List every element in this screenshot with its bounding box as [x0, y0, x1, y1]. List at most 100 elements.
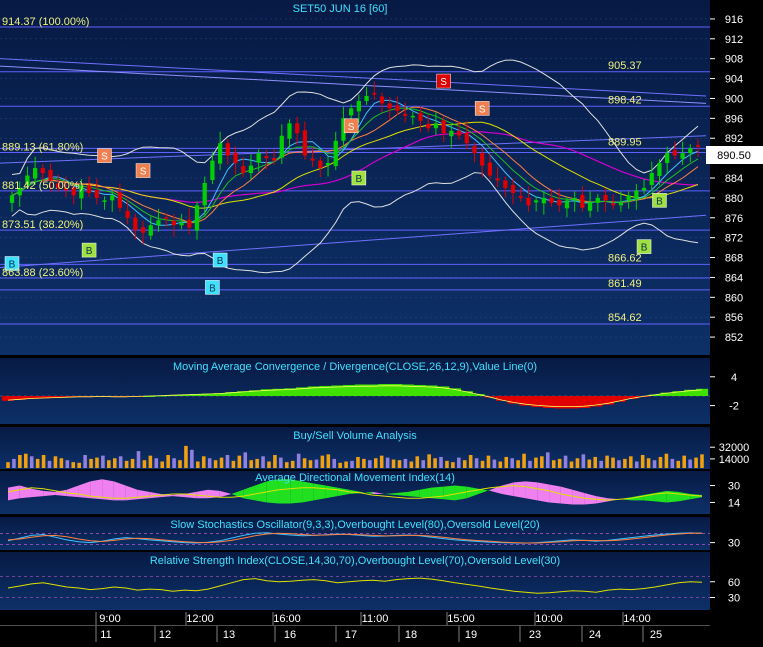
- price-tick-label: 896: [725, 113, 743, 125]
- candle-body: [534, 200, 539, 203]
- candle-body: [248, 165, 254, 174]
- volume-bar: [575, 458, 580, 468]
- candle-body: [510, 184, 516, 193]
- volume-bar: [362, 458, 366, 468]
- time-hour-label: 15:00: [447, 613, 475, 625]
- candle-body: [541, 197, 546, 204]
- candle-body: [210, 160, 215, 180]
- time-day-label: 13: [223, 629, 235, 641]
- signal-label: B: [641, 243, 648, 254]
- candle-body: [202, 182, 207, 206]
- price-level-label: 861.49: [608, 278, 642, 290]
- candle-body: [688, 148, 693, 154]
- candle-body: [641, 187, 647, 191]
- candle-body: [349, 108, 354, 116]
- volume-bar: [344, 461, 348, 468]
- price-tick-label: 884: [725, 173, 743, 185]
- volume-bar: [540, 456, 544, 468]
- candle-body: [364, 95, 369, 101]
- candle-body: [480, 153, 485, 166]
- volume-bar: [368, 460, 372, 468]
- price-tick-label: 860: [725, 292, 743, 304]
- candle-body: [264, 156, 269, 159]
- candle-body: [179, 222, 184, 226]
- signal-label: B: [217, 256, 224, 267]
- volume-bar: [634, 461, 639, 468]
- volume-bar: [18, 455, 22, 468]
- volume-bar: [255, 458, 259, 468]
- candle-body: [657, 163, 662, 177]
- volume-bar: [65, 460, 70, 468]
- volume-bar: [6, 462, 10, 468]
- volume-bar: [35, 458, 40, 468]
- volume-bar: [77, 462, 81, 468]
- adx-tick-label: 14: [728, 497, 740, 509]
- volume-bar: [314, 459, 319, 468]
- candle-body: [102, 200, 107, 202]
- volume-bar: [332, 458, 337, 468]
- signal-label: B: [209, 283, 216, 294]
- macd-tick-label: 4: [731, 372, 737, 384]
- fib-level-label: 914.37 (100.00%): [2, 16, 89, 28]
- volume-bar: [427, 454, 431, 468]
- candle-body: [549, 197, 554, 203]
- price-tick-label: 864: [725, 272, 743, 284]
- volume-bar: [267, 461, 271, 468]
- volume-bar: [142, 460, 147, 468]
- last-price-label: 890.50: [717, 150, 751, 162]
- volume-bar: [112, 458, 117, 468]
- adx-title: Average Directional Movement Index(14): [255, 472, 455, 484]
- candle-body: [133, 217, 138, 231]
- volume-bar: [593, 456, 598, 468]
- macd-title: Moving Average Convergence / Divergence(…: [173, 361, 537, 373]
- volume-bar: [451, 462, 455, 468]
- candle-body: [495, 178, 500, 181]
- stochastic-tick-label: 30: [728, 538, 740, 550]
- price-tick-label: 900: [725, 93, 743, 105]
- time-day-label: 19: [465, 629, 477, 641]
- candle-body: [164, 217, 169, 219]
- price-tick-label: 904: [725, 74, 743, 86]
- volume-bar: [504, 456, 509, 468]
- candle-body: [665, 153, 670, 164]
- candle-body: [318, 160, 323, 169]
- adx-di-spread: [443, 485, 455, 501]
- volume-bar: [492, 459, 497, 468]
- volume-bar: [53, 456, 58, 468]
- price-level-label: 898.42: [608, 94, 642, 106]
- volume-bar: [178, 460, 182, 468]
- volume-bar: [373, 458, 378, 468]
- volume-bar: [664, 453, 669, 468]
- volume-bar: [41, 455, 46, 468]
- candle-body: [441, 120, 446, 134]
- volume-bar: [290, 460, 295, 468]
- signal-label: B: [356, 174, 363, 185]
- volume-bar: [356, 456, 360, 468]
- candle-body: [333, 140, 338, 167]
- candle-body: [572, 197, 577, 201]
- volume-bar: [403, 458, 408, 468]
- candle-body: [634, 190, 639, 199]
- time-day-label: 16: [284, 629, 296, 641]
- volume-bar: [160, 461, 165, 468]
- volume-tick-label: 14000: [719, 454, 750, 466]
- price-level-label: 854.62: [608, 312, 642, 324]
- time-hour-label: 10:00: [535, 613, 563, 625]
- volume-bar: [528, 460, 532, 468]
- price-tick-label: 912: [725, 34, 743, 46]
- adx-di-spread: [302, 481, 314, 503]
- volume-bar: [350, 460, 354, 468]
- volume-bar: [421, 460, 425, 468]
- candle-body: [86, 185, 92, 193]
- candle-body: [472, 146, 477, 154]
- price-tick-label: 876: [725, 213, 743, 225]
- volume-bar: [652, 460, 657, 468]
- candle-body: [611, 203, 616, 206]
- volume-bar: [166, 455, 170, 468]
- adx-di-spread: [313, 483, 326, 501]
- time-hour-label: 9:00: [99, 613, 120, 625]
- volume-bar: [201, 456, 206, 468]
- adx-tick-label: 30: [728, 481, 740, 493]
- volume-bar: [308, 460, 313, 468]
- volume-bar: [130, 458, 135, 468]
